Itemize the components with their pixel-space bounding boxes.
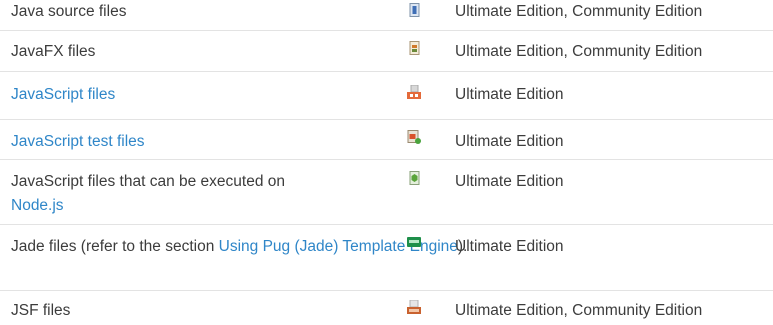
table-row: JavaFX files Ultimate Edition, Community… <box>0 31 773 72</box>
table-row: JavaScript files Ultimate Edition <box>0 72 773 120</box>
edition-label: Ultimate Edition <box>455 133 564 150</box>
jsf-file-icon <box>407 299 421 314</box>
edition-label: Ultimate Edition <box>455 238 564 255</box>
javascript-files-link[interactable]: JavaScript files <box>11 83 115 107</box>
edition-label: Ultimate Edition, Community Edition <box>455 302 703 319</box>
java-file-icon <box>407 3 421 17</box>
javascript-file-icon <box>407 84 421 99</box>
file-type-name: Jade files (refer to the section Using P… <box>11 238 468 255</box>
table-row: Java source files Ultimate Edition, Comm… <box>0 0 773 31</box>
javafx-file-icon <box>407 41 421 55</box>
table-row: Jade files (refer to the section Using P… <box>0 225 773 291</box>
edition-label: Ultimate Edition <box>455 86 564 103</box>
nodejs-link[interactable]: Node.js <box>11 197 64 214</box>
edition-label: Ultimate Edition, Community Edition <box>455 43 703 60</box>
file-types-table: Java source files Ultimate Edition, Comm… <box>0 0 773 325</box>
table-row: JSF files Ultimate Edition, Community Ed… <box>0 291 773 325</box>
table-row: JavaScript test files Ultimate Edition <box>0 120 773 160</box>
nodejs-file-icon <box>407 171 421 185</box>
file-type-name: JavaScript files that can be executed on… <box>11 173 285 214</box>
file-type-name: Java source files <box>11 3 127 20</box>
using-pug-jade-template-engine-link[interactable]: Using Pug (Jade) Template Engine <box>219 238 458 255</box>
file-type-name: JavaFX files <box>11 43 96 60</box>
javascript-test-files-link[interactable]: JavaScript test files <box>11 130 145 154</box>
table-row: JavaScript files that can be executed on… <box>0 160 773 225</box>
file-type-name: JSF files <box>11 302 71 319</box>
javascript-test-file-icon <box>407 130 421 144</box>
jade-file-icon <box>407 235 421 249</box>
edition-label: Ultimate Edition <box>455 173 564 190</box>
edition-label: Ultimate Edition, Community Edition <box>455 3 703 20</box>
